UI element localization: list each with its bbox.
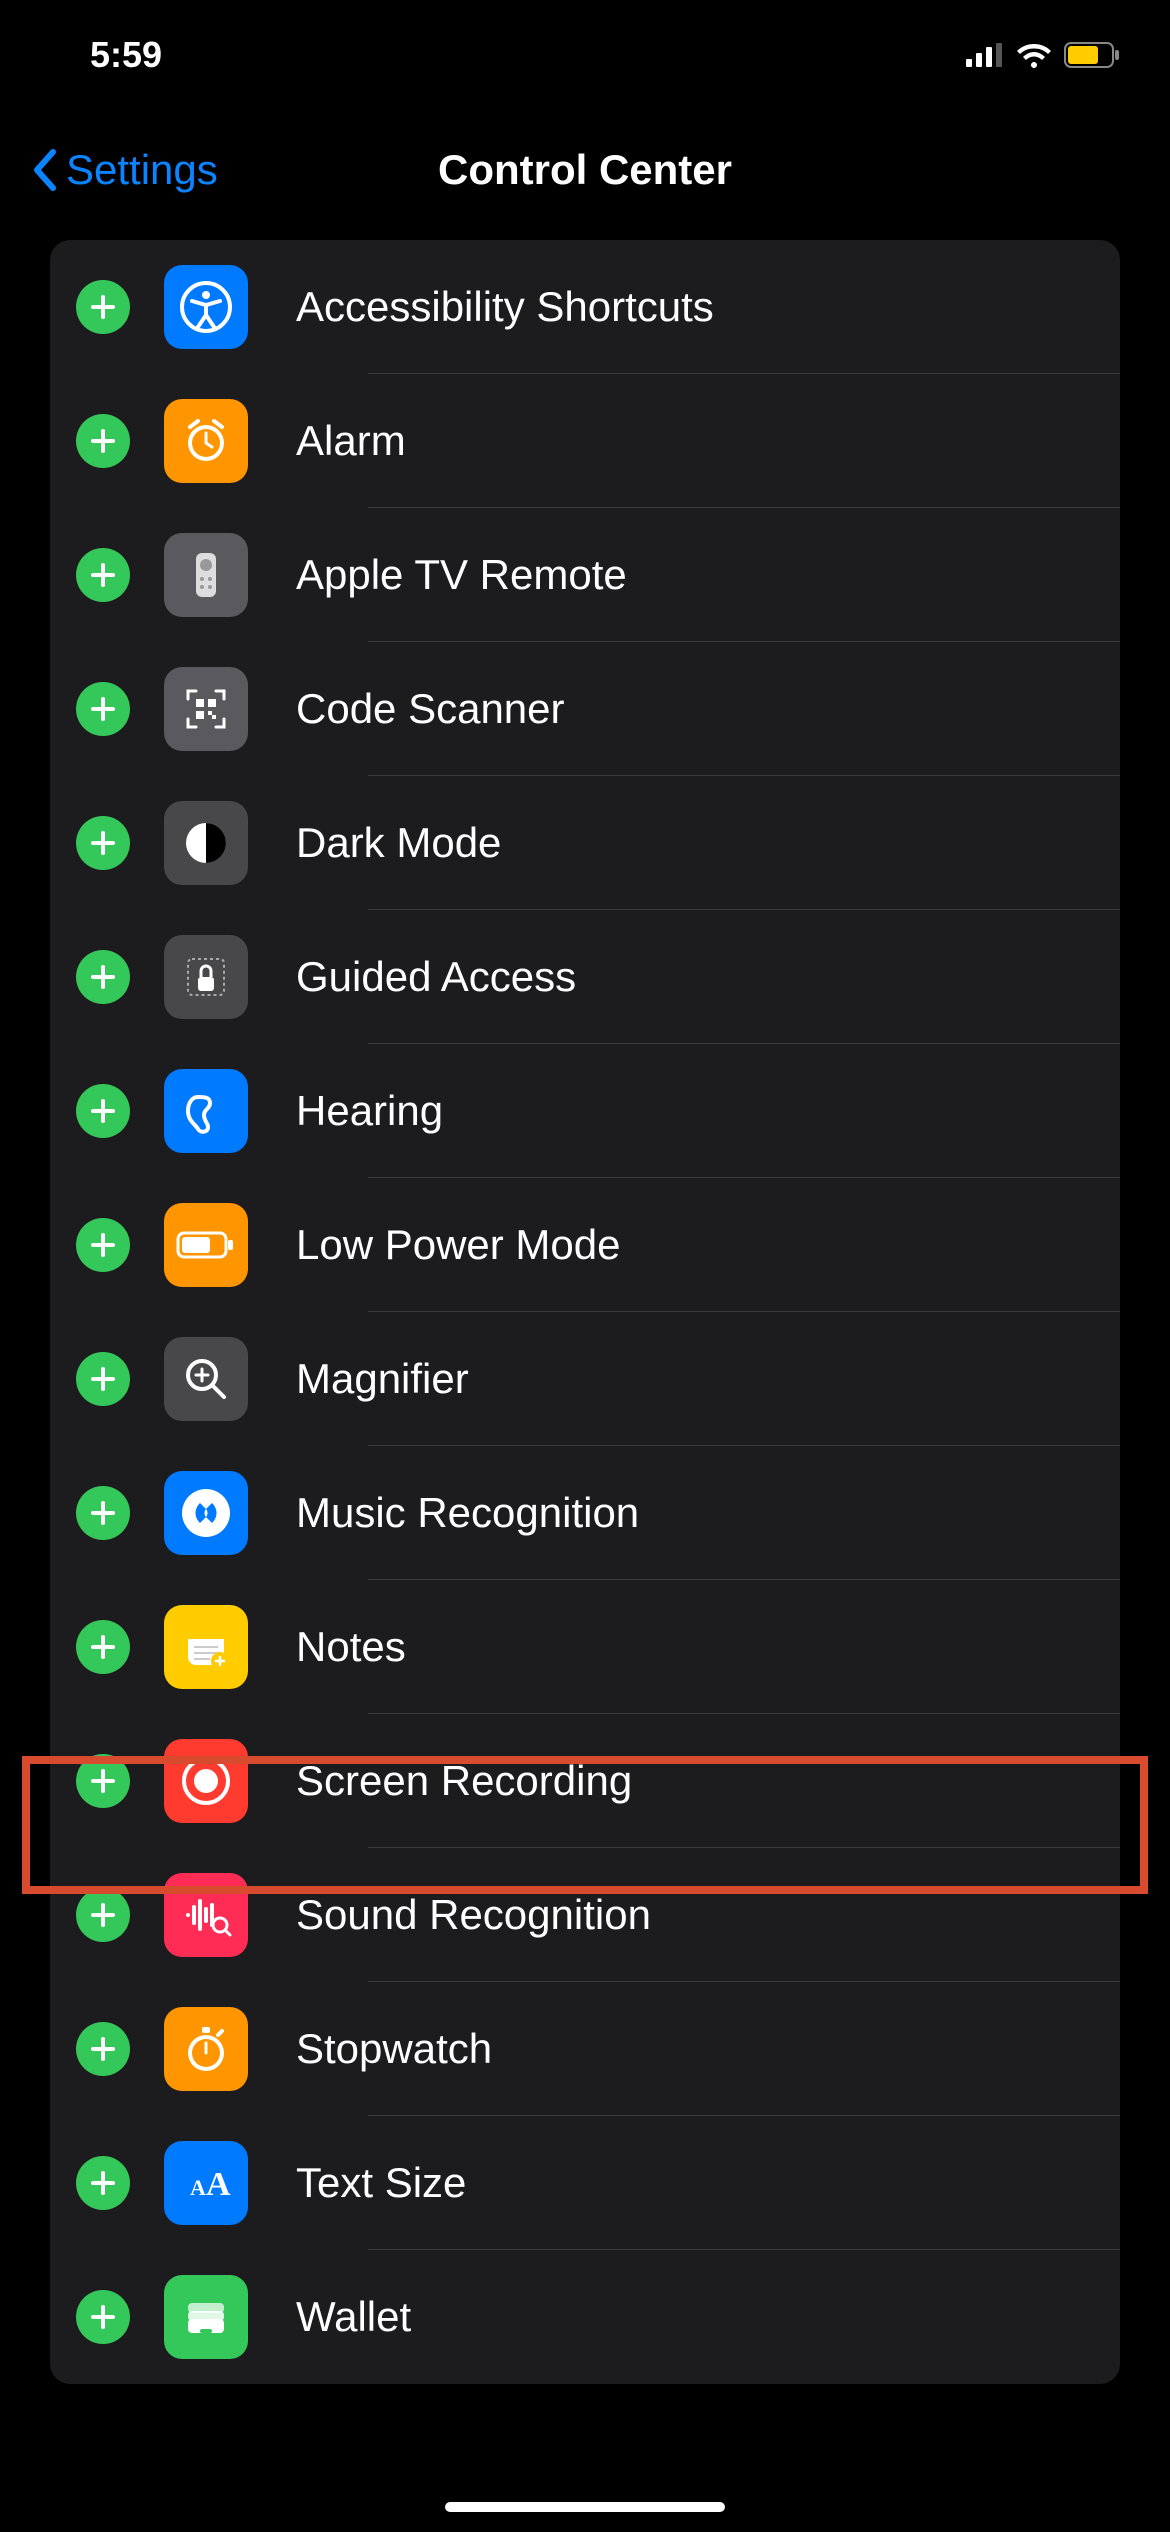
ear-icon xyxy=(164,1069,248,1153)
status-bar: 5:59 xyxy=(0,0,1170,100)
control-row-alarm[interactable]: Alarm xyxy=(50,374,1120,508)
status-time: 5:59 xyxy=(90,34,162,76)
status-icons xyxy=(966,42,1120,68)
control-row-guided-access[interactable]: Guided Access xyxy=(50,910,1120,1044)
control-row-apple-tv-remote[interactable]: Apple TV Remote xyxy=(50,508,1120,642)
battery-icon xyxy=(164,1203,248,1287)
add-button[interactable] xyxy=(76,682,130,736)
add-button[interactable] xyxy=(76,816,130,870)
control-label: Hearing xyxy=(296,1087,443,1135)
textsize-icon: AA xyxy=(164,2141,248,2225)
add-button[interactable] xyxy=(76,1486,130,1540)
record-icon xyxy=(164,1739,248,1823)
control-row-wallet[interactable]: Wallet xyxy=(50,2250,1120,2384)
accessibility-icon xyxy=(164,265,248,349)
control-label: Apple TV Remote xyxy=(296,551,627,599)
control-label: Notes xyxy=(296,1623,406,1671)
home-indicator[interactable] xyxy=(445,2502,725,2512)
add-button[interactable] xyxy=(76,950,130,1004)
qr-icon xyxy=(164,667,248,751)
control-label: Screen Recording xyxy=(296,1757,632,1805)
back-label: Settings xyxy=(66,146,218,194)
control-row-screen-recording[interactable]: Screen Recording xyxy=(50,1714,1120,1848)
alarm-icon xyxy=(164,399,248,483)
stopwatch-icon xyxy=(164,2007,248,2091)
control-row-code-scanner[interactable]: Code Scanner xyxy=(50,642,1120,776)
page-title: Control Center xyxy=(438,146,732,194)
control-row-stopwatch[interactable]: Stopwatch xyxy=(50,1982,1120,2116)
control-row-magnifier[interactable]: Magnifier xyxy=(50,1312,1120,1446)
add-button[interactable] xyxy=(76,1352,130,1406)
cellular-icon xyxy=(966,43,1004,67)
darkmode-icon xyxy=(164,801,248,885)
add-button[interactable] xyxy=(76,2022,130,2076)
control-row-low-power-mode[interactable]: Low Power Mode xyxy=(50,1178,1120,1312)
add-button[interactable] xyxy=(76,1218,130,1272)
control-label: Low Power Mode xyxy=(296,1221,621,1269)
control-label: Text Size xyxy=(296,2159,466,2207)
add-button[interactable] xyxy=(76,1754,130,1808)
remote-icon xyxy=(164,533,248,617)
svg-text:A: A xyxy=(206,2166,231,2203)
control-row-text-size[interactable]: AA Text Size xyxy=(50,2116,1120,2250)
control-row-accessibility-shortcuts[interactable]: Accessibility Shortcuts xyxy=(50,240,1120,374)
control-label: Accessibility Shortcuts xyxy=(296,283,714,331)
add-button[interactable] xyxy=(76,280,130,334)
add-button[interactable] xyxy=(76,1620,130,1674)
control-label: Code Scanner xyxy=(296,685,565,733)
sound-icon xyxy=(164,1873,248,1957)
wallet-icon xyxy=(164,2275,248,2359)
control-label: Magnifier xyxy=(296,1355,469,1403)
control-label: Wallet xyxy=(296,2293,411,2341)
lock-icon xyxy=(164,935,248,1019)
control-row-sound-recognition[interactable]: Sound Recognition xyxy=(50,1848,1120,1982)
control-row-notes[interactable]: Notes xyxy=(50,1580,1120,1714)
add-button[interactable] xyxy=(76,1888,130,1942)
control-label: Dark Mode xyxy=(296,819,501,867)
control-label: Sound Recognition xyxy=(296,1891,651,1939)
more-controls-list: Accessibility Shortcuts Alarm Apple TV Rem… xyxy=(50,240,1120,2384)
add-button[interactable] xyxy=(76,2290,130,2344)
chevron-left-icon xyxy=(30,148,58,192)
battery-icon xyxy=(1064,42,1120,68)
nav-bar: Settings Control Center xyxy=(0,100,1170,240)
wifi-icon xyxy=(1016,42,1052,68)
control-label: Music Recognition xyxy=(296,1489,639,1537)
notes-icon xyxy=(164,1605,248,1689)
back-button[interactable]: Settings xyxy=(30,146,218,194)
control-label: Stopwatch xyxy=(296,2025,492,2073)
add-button[interactable] xyxy=(76,1084,130,1138)
add-button[interactable] xyxy=(76,2156,130,2210)
control-label: Alarm xyxy=(296,417,406,465)
svg-text:A: A xyxy=(190,2175,206,2200)
add-button[interactable] xyxy=(76,548,130,602)
control-row-music-recognition[interactable]: Music Recognition xyxy=(50,1446,1120,1580)
control-row-hearing[interactable]: Hearing xyxy=(50,1044,1120,1178)
shazam-icon xyxy=(164,1471,248,1555)
add-button[interactable] xyxy=(76,414,130,468)
magnifier-icon xyxy=(164,1337,248,1421)
control-row-dark-mode[interactable]: Dark Mode xyxy=(50,776,1120,910)
control-label: Guided Access xyxy=(296,953,576,1001)
